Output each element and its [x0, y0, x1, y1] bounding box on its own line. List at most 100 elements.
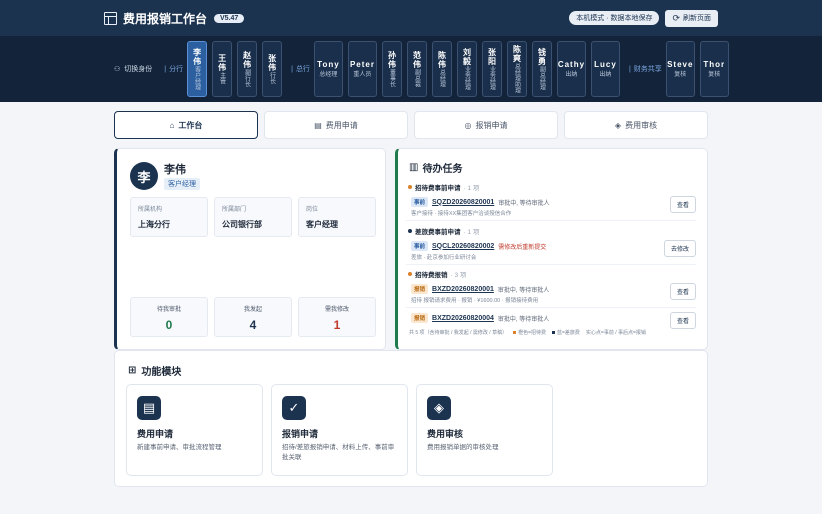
identity-card[interactable]: Thor 复核 [699, 41, 729, 97]
module-card-reimbursement[interactable]: ✓ 报销申请 招待/差旅报销申请、材料上传、事前审批关联 [271, 384, 408, 476]
identity-role: 总经理 [438, 69, 445, 87]
identity-role: 主管 [218, 72, 225, 84]
home-icon: ⌂ [169, 120, 175, 130]
stat-pending-approval[interactable]: 待我审批 0 [130, 297, 208, 337]
identity-card[interactable]: 陈伟 总经理 [431, 41, 452, 97]
identity-role: 出纳 [565, 72, 578, 78]
identity-name: 孙伟 [387, 51, 397, 69]
view-button[interactable]: 查看 [669, 312, 696, 329]
identity-name: Tony [317, 60, 340, 69]
module-card-expense-review[interactable]: ◈ 费用审核 费用报销单据的审核处理 [416, 384, 553, 476]
identity-card[interactable]: 刘毅 业务经理 [456, 41, 477, 97]
identity-name: 王伟 [217, 54, 227, 72]
identity-card[interactable]: 王伟 主管 [212, 41, 233, 97]
todo-header: ▥ 待办任务 [409, 162, 463, 175]
identity-role: 副行长 [243, 69, 250, 87]
todo-code-link[interactable]: BXZD20260820001 [432, 286, 494, 293]
check-circle-icon: ✓ [282, 396, 306, 420]
identity-name: Peter [349, 60, 375, 69]
layout-icon [104, 11, 117, 25]
modify-button[interactable]: 去修改 [663, 240, 696, 257]
profile-name: 李伟 [164, 164, 186, 176]
identity-card[interactable]: 张伟 行长 [262, 41, 283, 97]
identity-card[interactable]: 李伟 客户经理 [187, 41, 208, 97]
identity-role: 客户经理 [193, 66, 200, 90]
version-badge: V5.47 [214, 13, 245, 23]
identity-name: 范伟 [412, 51, 422, 69]
identity-name: 张伟 [267, 54, 277, 72]
identity-role: 董事长 [388, 69, 395, 87]
stat-initiated[interactable]: 我发起 4 [214, 297, 292, 337]
identity-card[interactable]: Lucy 出纳 [590, 41, 620, 97]
identity-card[interactable]: Steve 复核 [665, 41, 695, 97]
identity-role: 复核 [674, 72, 687, 78]
identity-name: 陈伟 [437, 51, 447, 69]
view-button[interactable]: 查看 [669, 283, 696, 300]
todo-code-link[interactable]: SQZD20260820001 [432, 199, 494, 206]
chart-icon: ▥ [409, 162, 419, 173]
identity-card[interactable]: Cathy 出纳 [556, 41, 586, 97]
identity-name: 张阳 [487, 48, 497, 66]
modules-header: ⊞ 功能模块 [128, 365, 182, 378]
refresh-label: 刷新页面 [683, 15, 711, 22]
view-button[interactable]: 查看 [669, 196, 696, 213]
module-card-expense-request[interactable]: ▤ 费用申请 新建事前申请、审批流程管理 [126, 384, 263, 476]
identity-card[interactable]: 范伟 副总裁 [406, 41, 427, 97]
identity-name: 钱勇 [537, 48, 547, 66]
info-position: 岗位 客户经理 [298, 197, 376, 237]
identity-role: 副总经理 [538, 66, 545, 90]
app-header: 费用报销工作台 V5.47 本机模式 · 数据本地保存 ⟳ 刷新页面 [0, 0, 822, 36]
todo-item: 事前 SQZD20260820001 审批中, 等待审批人 客户接待 · 接待XX集… [406, 193, 696, 221]
document-icon: ▤ [314, 120, 322, 130]
identity-name: Cathy [557, 60, 586, 69]
identity-name: 刘毅 [462, 48, 472, 66]
identity-role: 业务经理 [488, 66, 495, 90]
switch-identity-label: ⚇ 切换身份 [114, 66, 153, 73]
identity-name: 赵伟 [242, 51, 252, 69]
profile-panel: 李 李伟 客户经理 所属机构 上海分行 所属部门 公司银行部 岗位 客户经理 待我审批… [114, 148, 386, 350]
info-org: 所属机构 上海分行 [130, 197, 208, 237]
group-label-shared: 财务共享 [629, 64, 662, 74]
grid-icon: ⊞ [128, 365, 137, 376]
layers-icon: ◈ [614, 120, 622, 130]
identity-switcher: ⚇ 切换身份 分行 李伟客户经理王伟主管赵伟副行长张伟行长 总行 Tony总经理… [0, 36, 822, 102]
identity-name: Thor [703, 60, 726, 69]
profile-role-badge: 客户经理 [164, 178, 200, 190]
identity-card[interactable]: Tony 总经理 [313, 41, 343, 97]
identity-name: Steve [667, 60, 694, 69]
layers-icon: ◈ [427, 396, 451, 420]
todo-footer: 共 5 项（含待审批 / 我发起 / 需修改 / 草稿） 橙色=招待费 蓝=差旅… [409, 330, 646, 336]
identity-card[interactable]: 钱勇 副总经理 [531, 41, 552, 97]
identity-card[interactable]: 赵伟 副行长 [237, 41, 258, 97]
mode-pill: 本机模式 · 数据本地保存 [569, 11, 660, 25]
identity-role: 出纳 [599, 72, 612, 78]
todo-code-link[interactable]: SQCL20260820002 [432, 243, 494, 250]
identity-role: 重人员 [353, 72, 372, 78]
refresh-button[interactable]: ⟳ 刷新页面 [665, 9, 718, 27]
identity-name: 李伟 [192, 48, 202, 66]
identity-name: Lucy [594, 60, 617, 69]
document-icon: ▤ [137, 396, 161, 420]
tab-workbench[interactable]: ⌂ 工作台 [114, 111, 258, 139]
todo-section-travel-pre: 差旅费事前申请 · 1 项 [408, 226, 479, 236]
todo-panel: ▥ 待办任务 招待费事前申请 · 1 项 事前 SQZD20260820001 审批中… [395, 148, 708, 350]
identity-name: 陈爽 [512, 45, 522, 63]
identity-role: 业务经理 [463, 66, 470, 90]
info-department: 所属部门 公司银行部 [214, 197, 292, 237]
identity-card[interactable]: 张阳 业务经理 [481, 41, 502, 97]
stat-need-modify[interactable]: 需我修改 1 [298, 297, 376, 337]
identity-card[interactable]: 陈爽 总经理助理 [506, 41, 527, 97]
avatar: 李 [130, 162, 158, 190]
todo-section-entertain-reimb: 招待费报销 · 3 项 [408, 269, 466, 279]
todo-code-link[interactable]: BXZD20260820004 [432, 315, 494, 322]
group-label-head: 总行 [291, 64, 310, 74]
identity-role: 总经理助理 [513, 63, 520, 93]
todo-item: 报销 BXZD20260820001 审批中, 等待审批人 招待 报销请求费用 · … [406, 280, 696, 308]
tab-reimbursement[interactable]: ◎ 报销申请 [414, 111, 558, 139]
app-title: 费用报销工作台 [123, 11, 208, 26]
identity-card[interactable]: Peter 重人员 [347, 41, 377, 97]
identity-role: 复核 [708, 72, 721, 78]
identity-card[interactable]: 孙伟 董事长 [381, 41, 402, 97]
tab-expense-review[interactable]: ◈ 费用审核 [564, 111, 708, 139]
tab-expense-request[interactable]: ▤ 费用申请 [264, 111, 408, 139]
